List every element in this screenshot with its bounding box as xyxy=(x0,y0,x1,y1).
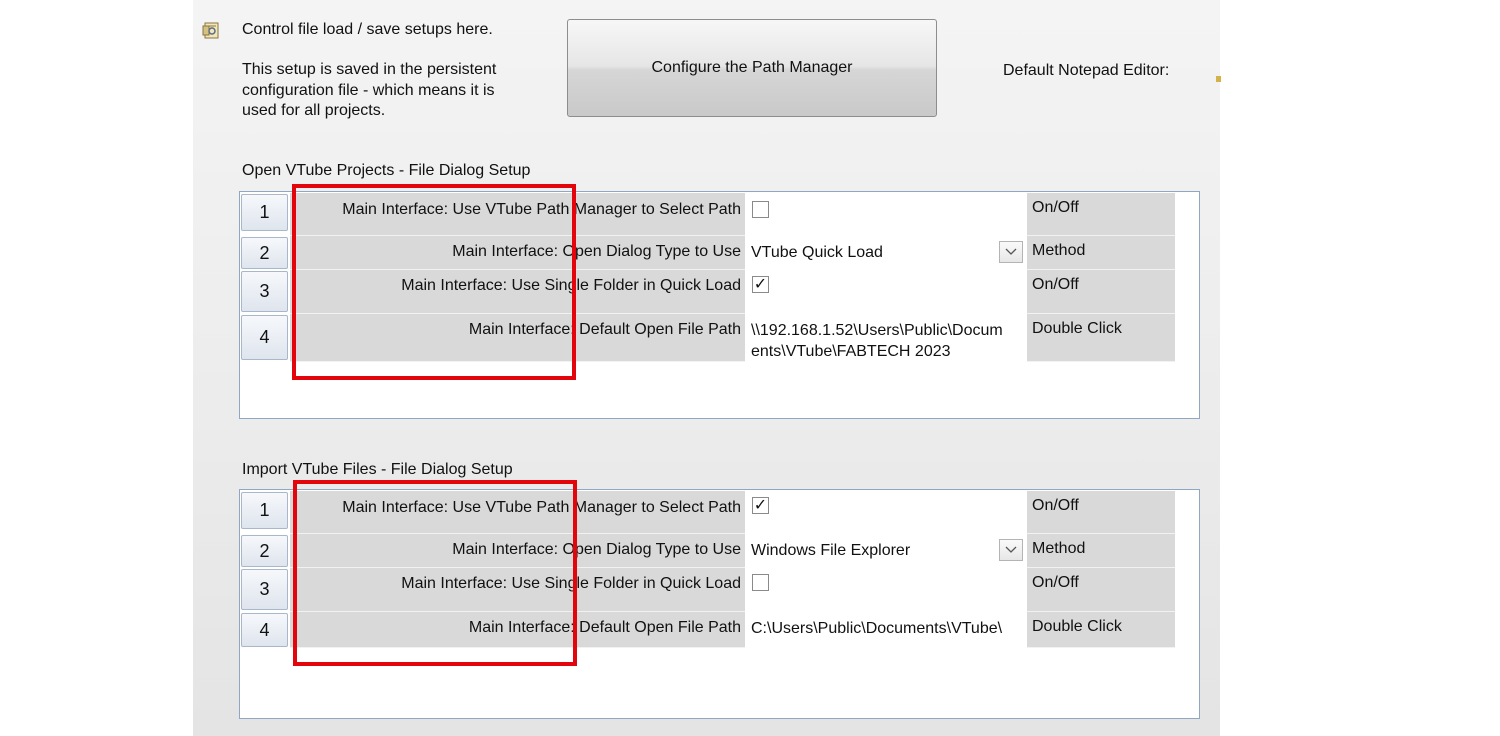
use-path-manager-checkbox[interactable] xyxy=(752,201,769,218)
use-path-manager-checkbox[interactable]: ✓ xyxy=(752,497,769,514)
selected-value: VTube Quick Load xyxy=(751,244,883,261)
row-number[interactable]: 2 xyxy=(241,535,288,567)
row-number[interactable]: 1 xyxy=(241,492,288,529)
intro-text-line3: configuration file - which means it is xyxy=(242,81,495,99)
row-number[interactable]: 4 xyxy=(241,315,288,360)
setting-unit: Double Click xyxy=(1027,314,1175,362)
setting-unit: Method xyxy=(1027,236,1175,270)
setting-unit: On/Off xyxy=(1027,491,1175,534)
setting-value-cell[interactable] xyxy=(746,568,1026,612)
path-line-2: ents\VTube\FABTECH 2023 xyxy=(751,343,951,360)
setting-value-cell[interactable] xyxy=(746,193,1026,236)
setting-unit: On/Off xyxy=(1027,270,1175,314)
setting-unit: Double Click xyxy=(1027,612,1175,648)
configure-path-manager-button[interactable]: Configure the Path Manager xyxy=(567,19,937,117)
import-files-section-title: Import VTube Files - File Dialog Setup xyxy=(242,461,513,478)
setting-value-cell[interactable]: ✓ xyxy=(746,491,1026,534)
notepad-icon xyxy=(201,20,221,40)
path-line-1: \\192.168.1.52\Users\Public\Docum xyxy=(751,322,1003,339)
intro-text-line4: used for all projects. xyxy=(242,102,386,119)
highlight-box xyxy=(293,480,577,666)
row-number[interactable]: 3 xyxy=(241,569,288,610)
highlight-box xyxy=(292,184,576,380)
intro-text-line2: This setup is saved in the persistent xyxy=(242,61,497,78)
single-folder-checkbox[interactable] xyxy=(752,574,769,591)
row-number[interactable]: 1 xyxy=(241,194,288,231)
chevron-down-icon[interactable] xyxy=(999,241,1023,263)
setting-unit: Method xyxy=(1027,534,1175,568)
notepad-editor-icon[interactable] xyxy=(1216,70,1221,82)
row-number[interactable]: 4 xyxy=(241,613,288,647)
row-number[interactable]: 2 xyxy=(241,237,288,269)
setting-unit: On/Off xyxy=(1027,568,1175,612)
row-number[interactable]: 3 xyxy=(241,271,288,312)
intro-text-line1: Control file load / save setups here. xyxy=(242,21,493,38)
setting-value-cell[interactable]: ✓ xyxy=(746,270,1026,314)
selected-value: Windows File Explorer xyxy=(751,542,911,559)
default-notepad-label: Default Notepad Editor: xyxy=(1003,62,1170,79)
default-open-path-field[interactable]: \\192.168.1.52\Users\Public\Docum ents\V… xyxy=(746,314,1026,362)
open-dialog-type-select[interactable]: Windows File Explorer xyxy=(746,534,1026,568)
single-folder-checkbox[interactable]: ✓ xyxy=(752,276,769,293)
setting-unit: On/Off xyxy=(1027,193,1175,236)
default-open-path-field[interactable]: C:\Users\Public\Documents\VTube\ xyxy=(746,612,1026,648)
open-dialog-type-select[interactable]: VTube Quick Load xyxy=(746,236,1026,270)
chevron-down-icon[interactable] xyxy=(999,539,1023,561)
open-projects-section-title: Open VTube Projects - File Dialog Setup xyxy=(242,162,531,179)
